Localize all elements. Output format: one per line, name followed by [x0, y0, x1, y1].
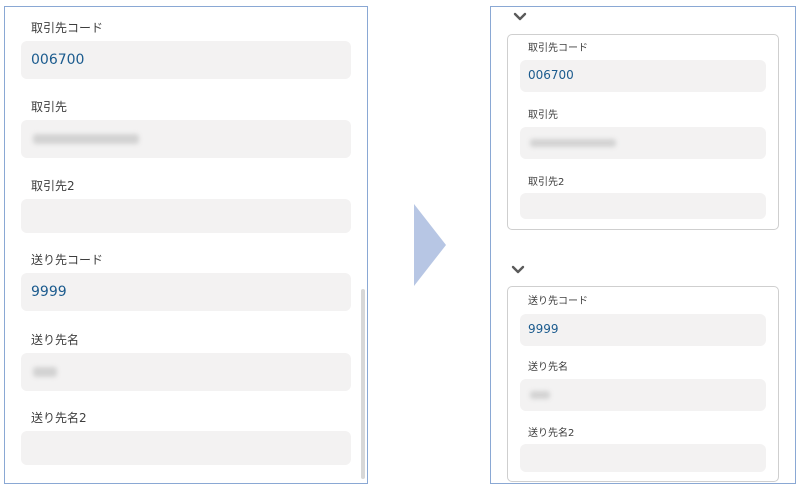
after-form-panel: 取引先コード 006700 取引先 取引先2 送り先コード 9999 送り先名 … — [490, 6, 796, 484]
ship-to-code-field[interactable]: 9999 — [520, 314, 766, 346]
field-label-ship-to-name-2: 送り先名2 — [528, 428, 575, 439]
ship-to-code-value: 9999 — [528, 322, 559, 336]
field-label-ship-to-name: 送り先名 — [31, 333, 80, 347]
before-form-panel: 取引先コード 006700 取引先 取引先2 送り先コード 9999 送り先名 … — [4, 6, 368, 484]
ship-to-code-field[interactable]: 9999 — [21, 273, 351, 311]
customer-section: 取引先コード 006700 取引先 取引先2 — [507, 34, 779, 230]
customer-field[interactable] — [21, 120, 351, 158]
field-label-ship-to-code: 送り先コード — [528, 296, 588, 307]
field-label-customer: 取引先 — [528, 110, 558, 121]
field-label-customer: 取引先 — [31, 100, 68, 114]
scrollbar[interactable] — [361, 289, 365, 479]
chevron-down-icon[interactable] — [511, 265, 525, 275]
customer-2-field[interactable] — [520, 193, 766, 219]
customer-code-value: 006700 — [528, 68, 574, 82]
ship-to-section: 送り先コード 9999 送り先名 送り先名2 — [507, 286, 779, 482]
field-label-customer-code: 取引先コード — [528, 43, 588, 54]
field-label-ship-to-name-2: 送り先名2 — [31, 411, 87, 425]
field-label-ship-to-code: 送り先コード — [31, 253, 104, 267]
customer-field[interactable] — [520, 127, 766, 159]
redacted-value — [530, 139, 616, 147]
customer-code-field[interactable]: 006700 — [21, 41, 351, 79]
field-label-ship-to-name: 送り先名 — [528, 362, 568, 373]
field-label-customer-2: 取引先2 — [31, 179, 75, 193]
chevron-down-icon[interactable] — [513, 12, 527, 22]
ship-to-name-2-field[interactable] — [520, 444, 766, 472]
redacted-value — [530, 391, 550, 399]
field-label-customer-code: 取引先コード — [31, 21, 104, 35]
redacted-value — [33, 134, 139, 144]
ship-to-name-2-field[interactable] — [21, 431, 351, 465]
right-arrow-icon — [414, 204, 446, 286]
ship-to-code-value: 9999 — [31, 284, 67, 300]
ship-to-name-field[interactable] — [21, 353, 351, 391]
ship-to-name-field[interactable] — [520, 379, 766, 411]
redacted-value — [33, 367, 57, 377]
customer-code-value: 006700 — [31, 52, 85, 68]
field-label-customer-2: 取引先2 — [528, 177, 565, 188]
customer-code-field[interactable]: 006700 — [520, 60, 766, 92]
customer-2-field[interactable] — [21, 199, 351, 233]
